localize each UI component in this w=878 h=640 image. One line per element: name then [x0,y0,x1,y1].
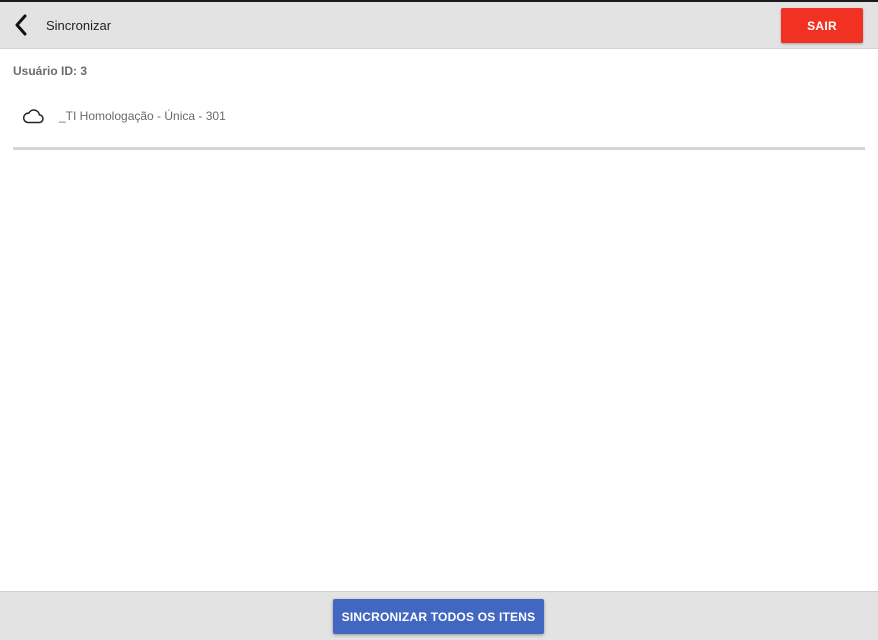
cloud-icon [22,109,44,124]
page-title: Sincronizar [46,18,112,33]
list-item-label: _TI Homologação - Única - 301 [59,109,226,123]
sync-all-button[interactable]: SINCRONIZAR TODOS OS ITENS [333,599,544,634]
sync-list-item[interactable]: _TI Homologação - Única - 301 [13,96,865,136]
main-content: Usuário ID: 3 _TI Homologação - Única - … [0,50,878,591]
divider [13,147,865,150]
footer-bar: SINCRONIZAR TODOS OS ITENS [0,591,878,640]
user-id-label: Usuário ID: 3 [13,64,88,78]
chevron-left-icon [15,14,27,36]
app-window: Sincronizar SAIR Usuário ID: 3 _TI Homol… [0,0,878,640]
exit-button[interactable]: SAIR [781,8,863,43]
back-button[interactable] [8,10,34,40]
header-bar: Sincronizar SAIR [0,2,878,49]
